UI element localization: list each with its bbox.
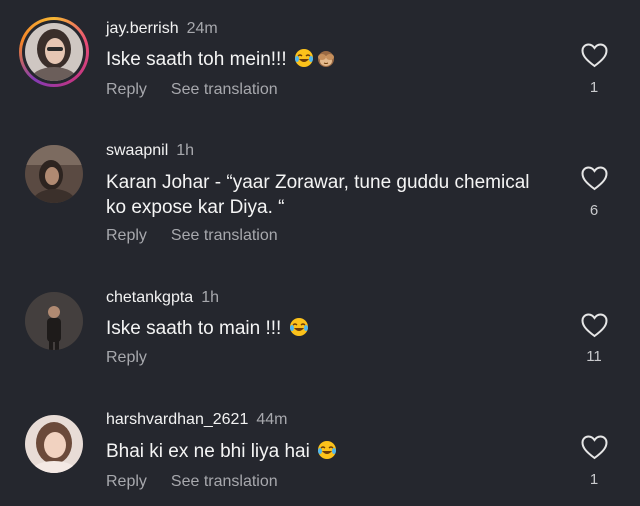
face-with-tears-of-joy-emoji — [294, 48, 314, 68]
like-count: 1 — [589, 79, 599, 96]
comment-text: Bhai ki ex ne bhi liya hai — [106, 439, 566, 464]
comment-item: chetankgpta 1h Iske saath to main !!! Rep… — [0, 275, 640, 395]
heart-outline-icon[interactable] — [581, 166, 608, 191]
comment-username[interactable]: chetankgpta — [106, 289, 193, 306]
comment-text-line: ko expose kar Diya. “ — [106, 197, 285, 218]
comment-text-content: Iske saath toh mein!!! — [106, 49, 287, 70]
comment-item: jay.berrish 24m Iske saath toh mein!!! Re… — [0, 0, 640, 125]
comment-item: harshvardhan_2621 44m Bhai ki ex ne bhi l… — [0, 395, 640, 506]
face-with-tears-of-joy-emoji — [317, 440, 337, 460]
comment-timestamp: 44m — [256, 411, 288, 428]
reply-button[interactable]: Reply — [106, 349, 147, 366]
reply-button[interactable]: Reply — [106, 227, 147, 244]
comment-text: Iske saath to main !!! — [106, 316, 566, 341]
like-count: 6 — [589, 202, 599, 219]
avatar[interactable] — [25, 292, 83, 350]
see-no-evil-monkey-emoji — [316, 48, 336, 68]
comment-timestamp: 1h — [176, 142, 195, 159]
comment-text-content: Bhai ki ex ne bhi liya hai — [106, 441, 310, 462]
comment-text: Karan Johar - “yaar Zorawar, tune guddu … — [106, 170, 566, 220]
see-translation-button[interactable]: See translation — [171, 81, 278, 98]
like-count: 1 — [589, 471, 599, 488]
comment-list: jay.berrish 24m Iske saath toh mein!!! Re… — [0, 0, 640, 506]
comment-username[interactable]: jay.berrish — [106, 20, 179, 37]
reply-button[interactable]: Reply — [106, 473, 147, 490]
avatar[interactable] — [25, 145, 83, 203]
comment-text-line: Karan Johar - “yaar Zorawar, tune guddu … — [106, 172, 530, 193]
like-count: 11 — [586, 348, 602, 365]
comment-text: Iske saath toh mein!!! — [106, 47, 566, 72]
comment-item: swaapnil 1h Karan Johar - “yaar Zorawar, … — [0, 125, 640, 275]
reply-button[interactable]: Reply — [106, 81, 147, 98]
face-with-tears-of-joy-emoji — [289, 317, 309, 337]
heart-outline-icon[interactable] — [581, 435, 608, 460]
comment-username[interactable]: swaapnil — [106, 142, 168, 159]
heart-outline-icon[interactable] — [581, 43, 608, 68]
comment-username[interactable]: harshvardhan_2621 — [106, 411, 248, 428]
see-translation-button[interactable]: See translation — [171, 473, 278, 490]
comment-text-content: Iske saath to main !!! — [106, 318, 282, 339]
avatar[interactable] — [25, 415, 83, 473]
heart-outline-icon[interactable] — [581, 313, 608, 338]
see-translation-button[interactable]: See translation — [171, 227, 278, 244]
comment-timestamp: 24m — [186, 20, 218, 37]
avatar[interactable] — [25, 23, 83, 81]
comment-timestamp: 1h — [201, 289, 219, 306]
